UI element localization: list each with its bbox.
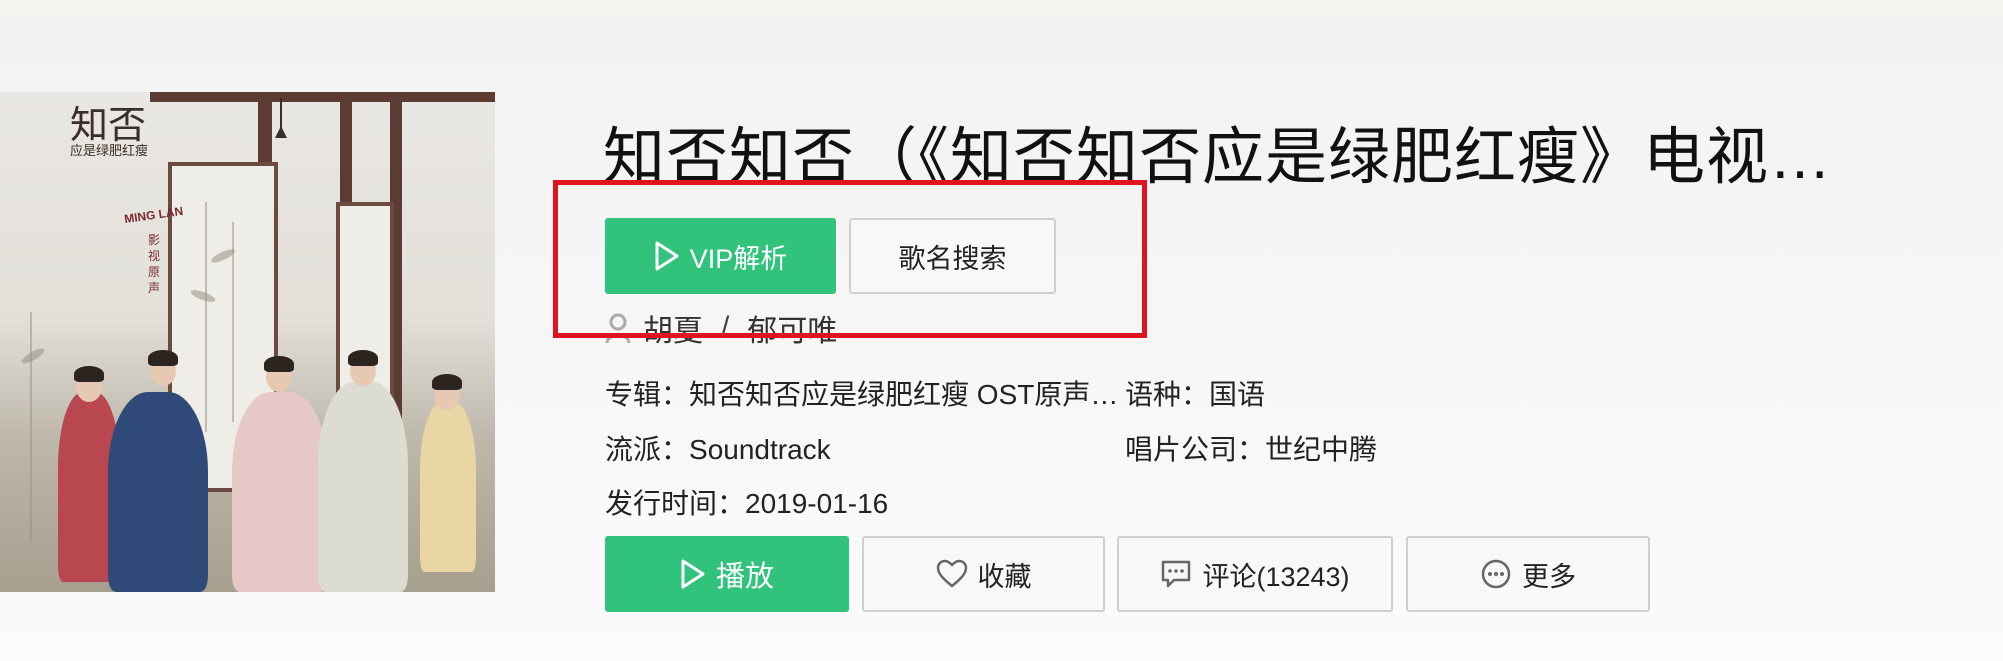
company-value: 世纪中腾 xyxy=(1265,434,1378,465)
cover-figure-hair xyxy=(348,350,378,366)
release-label: 发行时间： xyxy=(605,488,746,519)
comment-label: 评论(13243) xyxy=(1202,561,1350,592)
cover-leaf xyxy=(19,346,47,366)
vip-parse-label: VIP解析 xyxy=(689,243,788,274)
cover-bamboo xyxy=(205,202,207,432)
top-bar xyxy=(0,0,2003,16)
cover-calligraphy-big: 知否 xyxy=(70,103,147,147)
vip-parse-button[interactable]: VIP解析 xyxy=(605,218,836,294)
cover-figure xyxy=(108,392,208,592)
language-value: 国语 xyxy=(1209,379,1266,410)
language-info: 语种：国语 xyxy=(1125,375,1265,415)
song-search-button[interactable]: 歌名搜索 xyxy=(849,218,1056,294)
genre-info: 流派：Soundtrack xyxy=(605,430,831,470)
cover-stamp-text: 影视原声 xyxy=(148,233,161,295)
song-title: 知否知否（《知否知否应是绿肥红瘦》电视… xyxy=(603,123,1833,192)
play-icon xyxy=(681,559,705,589)
cover-lantern xyxy=(280,98,292,138)
play-button[interactable]: 播放 xyxy=(605,536,849,612)
play-icon xyxy=(655,241,679,271)
genre-link[interactable]: Soundtrack xyxy=(689,434,831,465)
comment-icon xyxy=(1162,560,1191,588)
company-info: 唱片公司：世纪中腾 xyxy=(1125,430,1377,470)
more-icon xyxy=(1481,559,1511,589)
album-cover[interactable]: 知否 应是绿肥红瘦 MING LAN 影视原声 xyxy=(0,92,495,592)
cover-figure-hair xyxy=(432,374,462,390)
person-icon xyxy=(605,313,631,343)
more-label: 更多 xyxy=(1522,561,1576,592)
album-link[interactable]: 知否知否应是绿肥红瘦 OST原声… xyxy=(689,379,1118,410)
release-info: 发行时间：2019-01-16 xyxy=(605,484,888,524)
cover-figure xyxy=(232,392,328,592)
release-value: 2019-01-16 xyxy=(745,488,889,519)
cover-calligraphy-small: 应是绿肥红瘦 xyxy=(70,144,149,159)
heart-icon xyxy=(936,559,967,588)
cover-figure-hair xyxy=(264,356,294,372)
song-search-label: 歌名搜索 xyxy=(898,243,1007,274)
album-info: 专辑：知否知否应是绿肥红瘦 OST原声… xyxy=(605,375,1118,415)
play-label: 播放 xyxy=(715,561,774,593)
singer-link[interactable]: 胡夏 xyxy=(643,306,703,350)
favorite-button[interactable]: 收藏 xyxy=(862,536,1105,612)
more-button[interactable]: 更多 xyxy=(1406,536,1650,612)
favorite-label: 收藏 xyxy=(977,561,1032,592)
cover-figure-hair xyxy=(148,350,178,366)
cover-figure xyxy=(420,402,476,572)
singer-link[interactable]: 郁可唯 xyxy=(747,306,837,350)
cover-beam xyxy=(150,92,495,102)
cover-figure xyxy=(318,382,408,592)
company-label: 唱片公司： xyxy=(1125,434,1266,465)
cover-figure-hair xyxy=(74,366,104,382)
comment-button[interactable]: 评论(13243) xyxy=(1117,536,1393,612)
genre-label: 流派： xyxy=(605,434,690,465)
singer-list: 胡夏 / 郁可唯 xyxy=(605,306,837,350)
singer-separator: / xyxy=(721,311,730,344)
album-label: 专辑： xyxy=(605,379,690,410)
language-label: 语种： xyxy=(1125,379,1210,410)
cover-bamboo xyxy=(30,312,32,542)
